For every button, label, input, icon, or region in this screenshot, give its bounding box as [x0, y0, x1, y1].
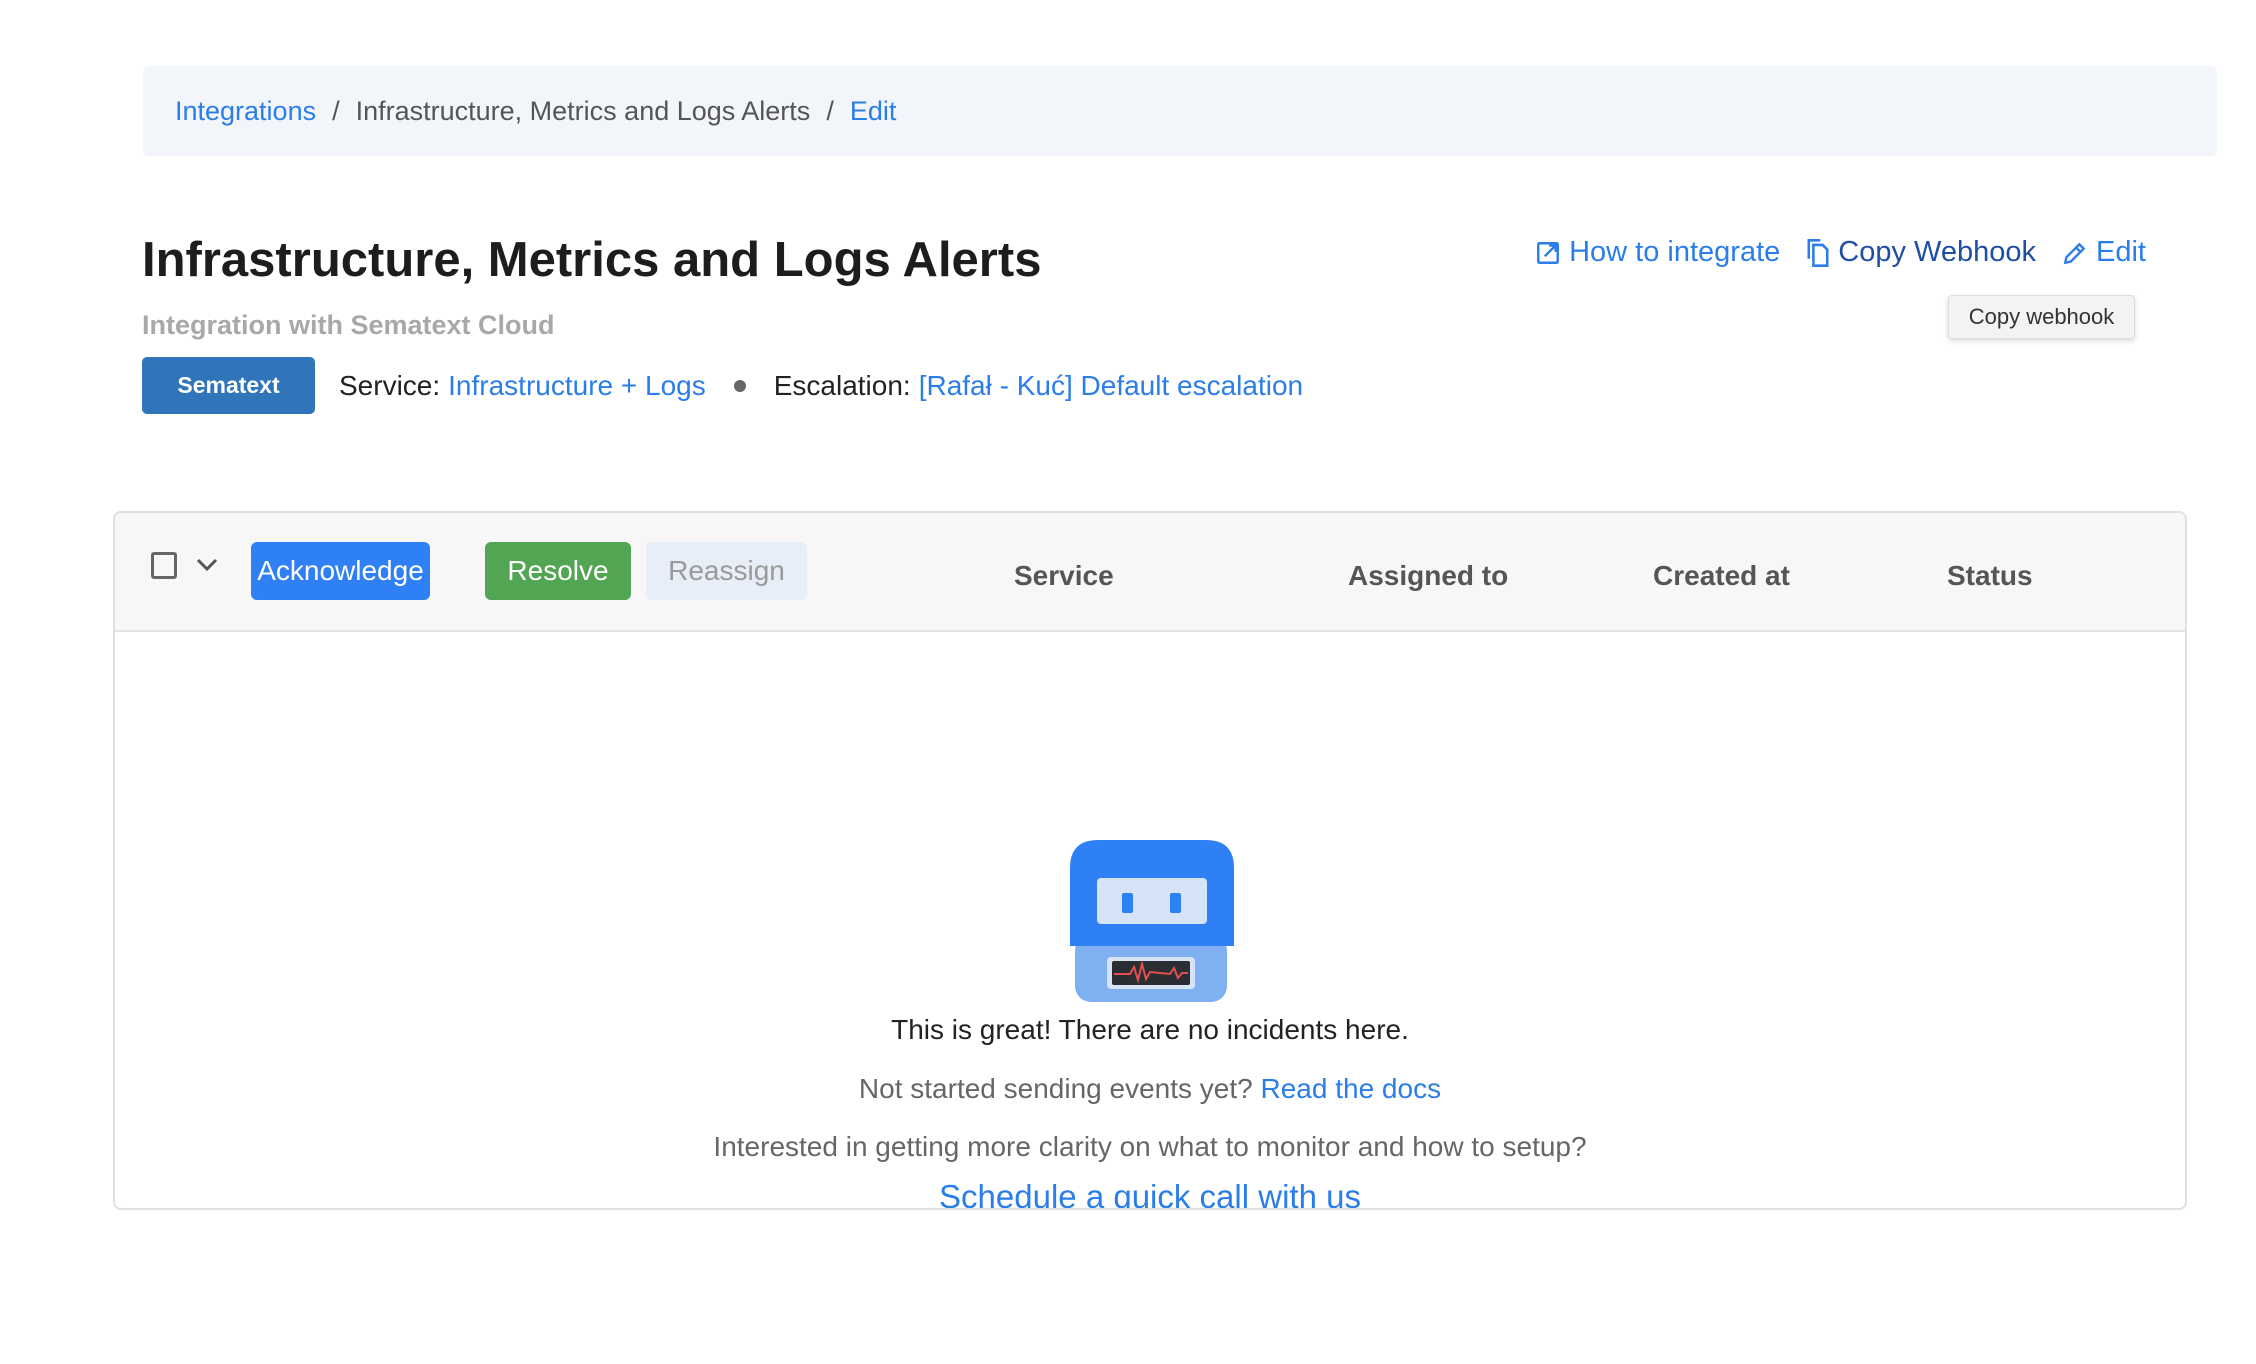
copy-icon — [1807, 238, 1829, 267]
table-header: Acknowledge Resolve Reassign Service Ass… — [115, 513, 2185, 632]
pencil-icon — [2063, 242, 2086, 264]
column-header-status[interactable]: Status — [1947, 560, 2033, 592]
how-to-integrate-link[interactable]: How to integrate — [1535, 236, 1780, 269]
column-header-service[interactable]: Service — [1014, 560, 1114, 592]
edit-label: Edit — [2096, 236, 2146, 268]
robot-illustration-icon — [1070, 840, 1234, 1002]
column-header-assigned-to[interactable]: Assigned to — [1348, 560, 1508, 592]
how-to-integrate-label: How to integrate — [1569, 236, 1781, 268]
breadcrumb-integration-name: Infrastructure, Metrics and Logs Alerts — [355, 95, 811, 126]
clarity-prompt: Interested in getting more clarity on wh… — [713, 1131, 1587, 1162]
chevron-down-icon[interactable] — [195, 555, 219, 575]
escalation-link[interactable]: [Rafał - Kuć] Default escalation — [919, 370, 1303, 402]
copy-webhook-tooltip: Copy webhook — [1948, 295, 2135, 339]
resolve-button[interactable]: Resolve — [485, 542, 631, 600]
reassign-button[interactable]: Reassign — [646, 542, 807, 600]
external-link-icon — [1537, 241, 1560, 264]
breadcrumb-edit[interactable]: Edit — [850, 96, 897, 127]
acknowledge-button[interactable]: Acknowledge — [251, 542, 430, 600]
copy-webhook-button[interactable]: Copy Webhook — [1806, 236, 2036, 269]
edit-link[interactable]: Edit — [2062, 236, 2146, 269]
incidents-table: Acknowledge Resolve Reassign Service Ass… — [113, 511, 2187, 1210]
integration-type-badge: Sematext — [142, 357, 315, 414]
service-link[interactable]: Infrastructure + Logs — [448, 370, 706, 402]
empty-state: This is great! There are no incidents he… — [115, 630, 2185, 1208]
breadcrumb-separator: / — [332, 95, 340, 126]
schedule-call-link[interactable]: Schedule a quick call with us — [939, 1178, 1361, 1208]
separator-dot — [733, 379, 746, 392]
column-header-created-at[interactable]: Created at — [1653, 560, 1790, 592]
header-actions: How to integrate Copy Webhook Edit — [1509, 236, 2146, 269]
select-all-checkbox[interactable] — [151, 552, 177, 579]
schedule-call-container: Schedule a quick call with us — [115, 1178, 2185, 1208]
service-label: Service: — [339, 369, 441, 401]
read-docs-link[interactable]: Read the docs — [1261, 1073, 1442, 1104]
empty-headline: This is great! There are no incidents he… — [891, 1014, 1409, 1045]
docs-prompt: Not started sending events yet? Read the… — [115, 1073, 2185, 1105]
escalation-label: Escalation: — [773, 369, 911, 401]
page-subtitle: Integration with Sematext Cloud — [142, 310, 555, 340]
breadcrumb-integrations[interactable]: Integrations — [175, 96, 316, 127]
copy-webhook-label: Copy Webhook — [1838, 236, 2037, 268]
integration-meta: Sematext Service: Infrastructure + Logs … — [142, 357, 1303, 414]
breadcrumb-separator: / — [826, 95, 834, 126]
breadcrumb: Integrations / Infrastructure, Metrics a… — [143, 66, 2217, 156]
page-title: Infrastructure, Metrics and Logs Alerts — [142, 233, 1042, 287]
docs-prompt-text: Not started sending events yet? — [858, 1073, 1261, 1104]
